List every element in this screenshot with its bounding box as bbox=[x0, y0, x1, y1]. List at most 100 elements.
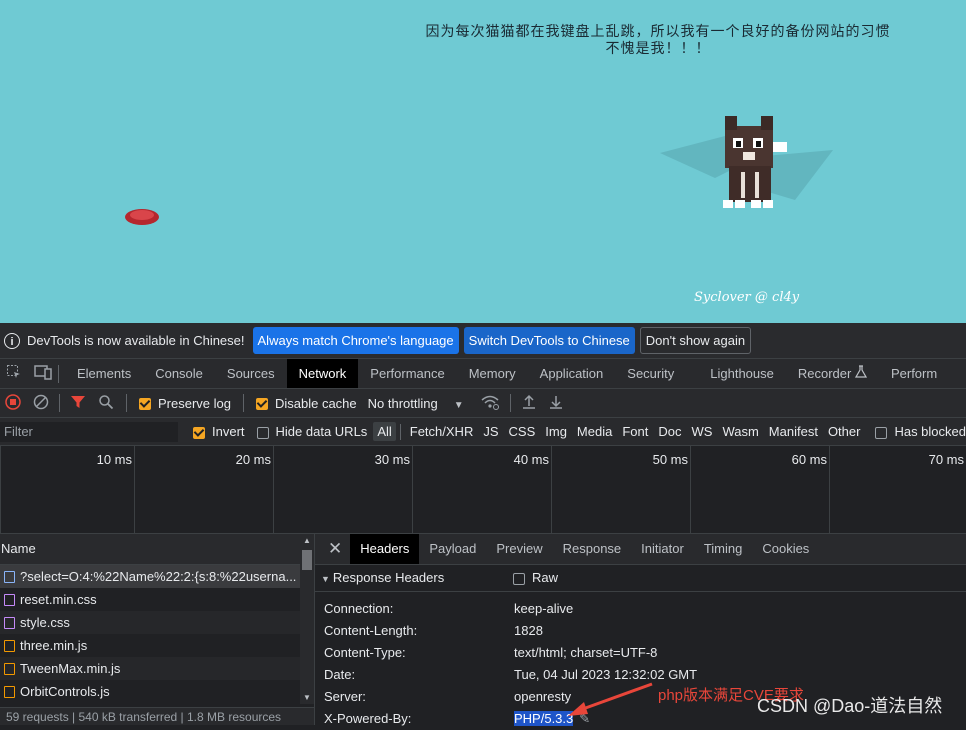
tab-console[interactable]: Console bbox=[143, 359, 215, 388]
page-message: 因为每次猫猫都在我键盘上乱跳，所以我有一个良好的备份网站的习惯 不愧是我！！！ bbox=[386, 24, 930, 58]
filter-type-media[interactable]: Media bbox=[572, 424, 617, 439]
tab-security[interactable]: Security bbox=[615, 359, 686, 388]
script-file-icon bbox=[4, 685, 15, 698]
name-column-header[interactable]: Name bbox=[0, 534, 300, 565]
scroll-down-arrow-icon[interactable]: ▼ bbox=[303, 693, 311, 702]
divider bbox=[509, 394, 511, 412]
header-key: Date: bbox=[324, 667, 356, 682]
hide-data-urls-checkbox[interactable]: Hide data URLs bbox=[256, 424, 367, 439]
response-headers-section[interactable]: ▼ Response Headers Raw bbox=[315, 565, 966, 592]
divider bbox=[242, 394, 244, 412]
filter-type-manifest[interactable]: Manifest bbox=[764, 424, 823, 439]
filter-funnel-icon[interactable] bbox=[70, 394, 86, 413]
timeline-tick: 60 ms bbox=[690, 446, 830, 533]
tab-lighthouse[interactable]: Lighthouse bbox=[698, 359, 786, 388]
preserve-log-checkbox[interactable]: Preserve log bbox=[139, 396, 231, 411]
request-name: three.min.js bbox=[20, 638, 88, 653]
clear-icon[interactable] bbox=[33, 394, 49, 413]
tab-memory[interactable]: Memory bbox=[457, 359, 528, 388]
scroll-up-arrow-icon[interactable]: ▲ bbox=[303, 536, 311, 545]
export-har-icon[interactable] bbox=[548, 394, 564, 413]
request-row[interactable]: style.css bbox=[0, 611, 300, 634]
timeline-tick-label: 10 ms bbox=[96, 452, 132, 467]
script-file-icon bbox=[4, 662, 15, 675]
filter-type-other[interactable]: Other bbox=[823, 424, 866, 439]
record-stop-icon[interactable] bbox=[5, 393, 21, 413]
invert-checkbox[interactable]: Invert bbox=[193, 424, 245, 439]
request-list-scrollbar[interactable]: ▲ ▼ bbox=[300, 534, 314, 704]
request-row[interactable]: ?select=O:4:%22Name%22:2:{s:8:%22userna.… bbox=[0, 565, 300, 588]
hide-data-urls-checkbox-box[interactable] bbox=[256, 426, 269, 439]
filter-type-ws[interactable]: WS bbox=[686, 424, 717, 439]
request-row[interactable]: TweenMax.min.js bbox=[0, 657, 300, 680]
tab-headers[interactable]: Headers bbox=[350, 534, 420, 564]
timeline-tick: 40 ms bbox=[412, 446, 552, 533]
request-row[interactable]: reset.min.css bbox=[0, 588, 300, 611]
throttling-select[interactable]: No throttling ▼ bbox=[368, 396, 464, 411]
tab-payload[interactable]: Payload bbox=[419, 534, 486, 564]
filter-type-css[interactable]: CSS bbox=[504, 424, 541, 439]
preserve-log-checkbox-box[interactable] bbox=[139, 398, 151, 411]
invert-checkbox-box[interactable] bbox=[193, 426, 206, 439]
filter-type-doc[interactable]: Doc bbox=[653, 424, 686, 439]
timeline-tick-label: 30 ms bbox=[374, 452, 410, 467]
raw-checkbox-box[interactable] bbox=[513, 572, 525, 585]
divider bbox=[399, 423, 401, 440]
tab-network[interactable]: Network bbox=[286, 359, 359, 388]
network-conditions-icon[interactable] bbox=[480, 394, 500, 413]
info-icon: i bbox=[4, 332, 20, 349]
search-icon[interactable] bbox=[98, 394, 114, 413]
has-blocked-checkbox-box[interactable] bbox=[875, 426, 888, 439]
header-key: Connection: bbox=[324, 601, 394, 616]
raw-checkbox[interactable]: Raw bbox=[513, 565, 558, 591]
stylesheet-file-icon bbox=[4, 593, 15, 606]
device-toolbar-icon[interactable] bbox=[34, 364, 52, 383]
tab-cookies[interactable]: Cookies bbox=[752, 534, 819, 564]
meat-image bbox=[125, 209, 159, 225]
filter-type-fetch-xhr[interactable]: Fetch/XHR bbox=[405, 424, 479, 439]
dont-show-again-button[interactable]: Don't show again bbox=[639, 327, 752, 354]
timeline-tick: 30 ms bbox=[273, 446, 413, 533]
filter-type-font[interactable]: Font bbox=[617, 424, 653, 439]
invert-label: Invert bbox=[212, 424, 245, 439]
header-row: Content-Length: 1828 bbox=[315, 620, 966, 642]
switch-to-chinese-button[interactable]: Switch DevTools to Chinese bbox=[463, 327, 635, 354]
document-file-icon bbox=[4, 570, 15, 583]
filter-type-wasm[interactable]: Wasm bbox=[717, 424, 763, 439]
header-row: Connection: keep-alive bbox=[315, 598, 966, 620]
filter-type-js[interactable]: JS bbox=[478, 424, 503, 439]
tab-sources[interactable]: Sources bbox=[215, 359, 287, 388]
close-icon[interactable]: ✕ bbox=[315, 539, 350, 559]
tab-performance-insights[interactable]: Perform bbox=[879, 359, 949, 388]
import-har-icon[interactable] bbox=[521, 394, 537, 413]
request-name: OrbitControls.js bbox=[20, 684, 110, 699]
has-blocked-cookies-checkbox[interactable]: Has blocked bbox=[875, 424, 966, 439]
tab-performance[interactable]: Performance bbox=[358, 359, 456, 388]
request-row[interactable]: OrbitControls.js bbox=[0, 680, 300, 703]
tab-response[interactable]: Response bbox=[553, 534, 632, 564]
inspect-element-icon[interactable] bbox=[6, 364, 22, 383]
tab-timing[interactable]: Timing bbox=[694, 534, 753, 564]
filter-type-img[interactable]: Img bbox=[540, 424, 572, 439]
disable-cache-checkbox-box[interactable] bbox=[255, 398, 268, 411]
infobar-text: DevTools is now available in Chinese! bbox=[27, 333, 245, 348]
watermark: CSDN @Dao-道法自然 bbox=[757, 696, 943, 716]
timeline-tick: 70 ms bbox=[829, 446, 966, 533]
annotation-arrow bbox=[568, 682, 653, 716]
timeline-tick: 10 ms bbox=[0, 446, 135, 533]
tab-recorder[interactable]: Recorder bbox=[786, 359, 879, 388]
request-row[interactable]: three.min.js bbox=[0, 634, 300, 657]
always-match-language-button[interactable]: Always match Chrome's language bbox=[252, 327, 459, 354]
tab-initiator[interactable]: Initiator bbox=[631, 534, 694, 564]
section-title: Response Headers bbox=[332, 570, 445, 585]
request-name: style.css bbox=[20, 615, 70, 630]
tab-elements[interactable]: Elements bbox=[65, 359, 143, 388]
tab-preview[interactable]: Preview bbox=[486, 534, 552, 564]
tab-application[interactable]: Application bbox=[528, 359, 616, 388]
scrollbar-thumb[interactable] bbox=[302, 550, 312, 570]
disable-cache-checkbox[interactable]: Disable cache bbox=[255, 396, 357, 411]
network-timeline-overview[interactable]: 10 ms 20 ms 30 ms 40 ms 50 ms 60 ms 70 m… bbox=[0, 446, 966, 534]
filter-input[interactable]: Filter bbox=[0, 421, 179, 442]
filter-type-all[interactable]: All bbox=[373, 422, 396, 441]
timeline-tick-label: 60 ms bbox=[791, 452, 827, 467]
